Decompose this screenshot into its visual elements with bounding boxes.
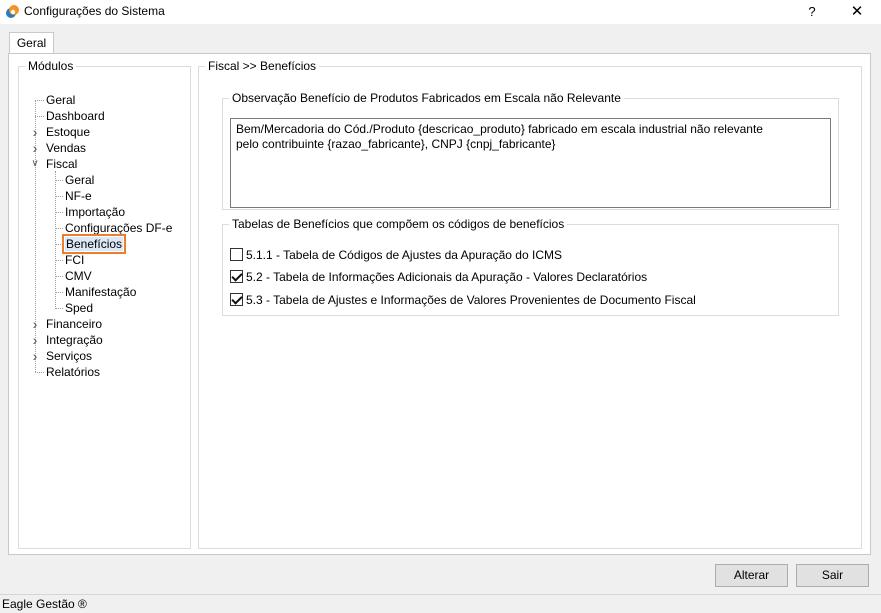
modules-group: Módulos Geral Dashboard › Estoque › Vendas ∨ Fi…: [18, 60, 191, 549]
tree-item-financeiro[interactable]: Financeiro: [46, 316, 102, 332]
tree-item-importacao[interactable]: Importação: [65, 204, 125, 220]
expand-chevron-icon[interactable]: ›: [30, 140, 40, 156]
tree-item-label: Sped: [65, 301, 94, 315]
checkbox-label-5-2: 5.2 - Tabela de Informações Adicionais d…: [246, 270, 648, 284]
tree-line: [55, 171, 56, 309]
modules-legend: Módulos: [28, 59, 74, 73]
checkbox-row-5-3[interactable]: 5.3 - Tabela de Ajustes e Informações de…: [230, 293, 696, 309]
tree-line: [55, 244, 63, 245]
tree-item-label: NF-e: [65, 189, 92, 203]
tab-geral[interactable]: Geral: [9, 32, 54, 54]
tree-item-estoque[interactable]: Estoque: [46, 124, 90, 140]
observation-textarea[interactable]: Bem/Mercadoria do Cód./Produto {descrica…: [230, 118, 831, 208]
tree-item-sped[interactable]: Sped: [65, 300, 93, 316]
tree-line: [55, 212, 63, 213]
alterar-button[interactable]: Alterar: [715, 564, 788, 587]
tree-item-label: Fiscal: [46, 157, 78, 171]
tree-line: [35, 116, 44, 117]
benefit-tables-legend: Tabelas de Benefícios que compõem os cód…: [232, 217, 565, 231]
tree-line: [55, 308, 63, 309]
tree-line: [55, 260, 63, 261]
tree-item-label: Geral: [46, 93, 76, 107]
tree-item-label: Integração: [46, 333, 103, 347]
help-button[interactable]: ?: [802, 2, 822, 22]
tree-item-label: Manifestação: [65, 285, 137, 299]
tree-line: [35, 100, 44, 101]
content-breadcrumb: Fiscal >> Benefícios: [208, 59, 317, 73]
tree-item-label: Benefícios: [61, 234, 127, 254]
observation-group: Observação Benefício de Produtos Fabrica…: [222, 92, 839, 210]
tree-item-relatorios[interactable]: Relatórios: [46, 364, 100, 380]
tree-item-cmv[interactable]: CMV: [65, 268, 92, 284]
benefit-tables-group: Tabelas de Benefícios que compõem os cód…: [222, 218, 839, 316]
tree-item-label: Importação: [65, 205, 126, 219]
tree-item-servicos[interactable]: Serviços: [46, 348, 92, 364]
tree-item-label: CMV: [65, 269, 92, 283]
window-title: Configurações do Sistema: [24, 4, 165, 18]
status-bar: Eagle Gestão ®: [0, 594, 881, 613]
tree-item-beneficios[interactable]: Benefícios: [61, 234, 127, 254]
tree-item-label: Serviços: [46, 349, 93, 363]
expand-chevron-icon[interactable]: ›: [30, 316, 40, 332]
tree-item-label: Geral: [65, 173, 95, 187]
tree-line: [55, 228, 63, 229]
checkbox-5-2[interactable]: [230, 270, 243, 283]
tree-item-label: FCI: [65, 253, 85, 267]
content-group: Fiscal >> Benefícios Observação Benefíci…: [198, 60, 862, 549]
close-window-button[interactable]: ✕: [846, 2, 868, 22]
checkbox-row-5-2[interactable]: 5.2 - Tabela de Informações Adicionais d…: [230, 270, 647, 286]
tree-item-manifestacao[interactable]: Manifestação: [65, 284, 136, 300]
tree-item-integracao[interactable]: Integração: [46, 332, 103, 348]
tree-item-fci[interactable]: FCI: [65, 252, 84, 268]
observation-legend: Observação Benefício de Produtos Fabrica…: [232, 91, 621, 105]
sair-button[interactable]: Sair: [796, 564, 869, 587]
checkbox-label-5-1-1: 5.1.1 - Tabela de Códigos de Ajustes da …: [246, 248, 562, 262]
tree-item-label: Dashboard: [46, 109, 105, 123]
tree-line: [55, 180, 63, 181]
checkbox-5-3[interactable]: [230, 293, 243, 306]
tree-item-label: Estoque: [46, 125, 91, 139]
expand-chevron-icon[interactable]: ›: [30, 124, 40, 140]
checkbox-5-1-1[interactable]: [230, 248, 243, 261]
tree-line: [55, 196, 63, 197]
tree-item-geral[interactable]: Geral: [65, 172, 94, 188]
checkbox-row-5-1-1[interactable]: 5.1.1 - Tabela de Códigos de Ajustes da …: [230, 248, 562, 264]
tab-page: Módulos Geral Dashboard › Estoque › Vendas ∨ Fi…: [8, 53, 871, 555]
tree-item-label: Financeiro: [46, 317, 103, 331]
tree-item-vendas[interactable]: Vendas: [46, 140, 86, 156]
app-logo-icon: [6, 5, 19, 18]
expand-chevron-icon[interactable]: ›: [30, 332, 40, 348]
tree-item-nf-e[interactable]: NF-e: [65, 188, 92, 204]
tree-item-fiscal[interactable]: Fiscal: [46, 156, 77, 172]
expand-chevron-icon[interactable]: ›: [30, 348, 40, 364]
tree-line: [35, 372, 44, 373]
tree-item-geral[interactable]: Geral: [46, 92, 75, 108]
collapse-chevron-icon[interactable]: ∨: [30, 156, 40, 172]
tree-line: [55, 276, 63, 277]
tree-item-label: Vendas: [46, 141, 87, 155]
checkbox-label-5-3: 5.3 - Tabela de Ajustes e Informações de…: [246, 293, 696, 307]
tree-item-label: Relatórios: [46, 365, 101, 379]
title-bar: Configurações do Sistema ? ✕: [0, 0, 881, 24]
tree-item-configuracoes-df-e[interactable]: Configurações DF-e: [65, 220, 172, 236]
tree-item-label: Configurações DF-e: [65, 221, 173, 235]
tree-line: [55, 292, 63, 293]
tree-item-dashboard[interactable]: Dashboard: [46, 108, 105, 124]
